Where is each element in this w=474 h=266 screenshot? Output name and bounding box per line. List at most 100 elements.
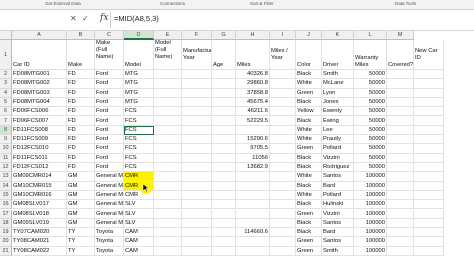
cell-color[interactable]: Black	[296, 181, 322, 191]
cell-car-id[interactable]: FD06FCS007	[12, 116, 67, 126]
cell-model[interactable]: FCS	[124, 125, 154, 136]
cell-make-full[interactable]: Ford	[95, 97, 124, 108]
column-header-j[interactable]: J	[296, 31, 322, 40]
empty-cell[interactable]	[270, 163, 296, 173]
cell-make-full[interactable]: Ford	[95, 88, 124, 98]
empty-cell[interactable]	[182, 172, 212, 182]
cell-color[interactable]: Green	[296, 209, 322, 219]
cell-car-id[interactable]: GM10CMR015	[12, 181, 67, 191]
header-cell[interactable]: Covered?	[387, 40, 414, 70]
cell-car-id[interactable]: FD06FCS006	[12, 107, 67, 117]
cell-car-id[interactable]: TY07CAM020	[12, 228, 67, 238]
empty-cell[interactable]	[212, 144, 236, 154]
empty-cell[interactable]	[154, 144, 182, 154]
header-cell[interactable]: Miles	[236, 40, 270, 70]
cell-model[interactable]: MTG	[124, 88, 154, 98]
empty-cell[interactable]	[387, 172, 414, 182]
column-header-m[interactable]: M	[387, 31, 414, 40]
empty-cell[interactable]	[387, 79, 414, 89]
empty-cell[interactable]	[212, 97, 236, 108]
cell-warranty[interactable]: 100000	[354, 228, 387, 238]
cell-driver[interactable]: Bard	[322, 181, 354, 191]
empty-cell[interactable]	[270, 144, 296, 154]
cell-miles[interactable]: 40326.8	[236, 70, 270, 80]
row-header[interactable]: 10	[0, 144, 12, 154]
cell-car-id[interactable]: TY08CAM021	[12, 237, 67, 247]
empty-cell[interactable]	[182, 200, 212, 210]
empty-cell[interactable]	[414, 172, 444, 182]
cell-model[interactable]: MTG	[124, 97, 154, 108]
cell-make-full[interactable]: Ford	[95, 135, 124, 145]
empty-cell[interactable]	[212, 135, 236, 145]
cell-color[interactable]: Yellow	[296, 107, 322, 117]
cell-color[interactable]: Black	[296, 153, 322, 163]
empty-cell[interactable]	[182, 190, 212, 201]
empty-cell[interactable]	[414, 237, 444, 247]
empty-cell[interactable]	[154, 228, 182, 238]
empty-cell[interactable]	[154, 246, 182, 256]
cell-color[interactable]: White	[296, 190, 322, 201]
ribbon-group-data-tools[interactable]: Data Tools	[395, 1, 416, 6]
empty-cell[interactable]	[212, 107, 236, 117]
empty-cell[interactable]	[414, 181, 444, 191]
cell-driver[interactable]: Lyon	[322, 88, 354, 98]
empty-cell[interactable]	[414, 144, 444, 154]
empty-cell[interactable]	[182, 153, 212, 163]
cell-make-full[interactable]: Toyota	[95, 237, 124, 247]
empty-cell[interactable]	[270, 246, 296, 256]
cell-driver[interactable]: Jones	[322, 97, 354, 108]
cell-make[interactable]: GM	[67, 190, 95, 201]
row-header[interactable]: 13	[0, 172, 12, 182]
cell-make[interactable]: TY	[67, 246, 95, 256]
empty-cell[interactable]	[387, 181, 414, 191]
name-box[interactable]	[0, 14, 60, 26]
cell-miles[interactable]: 15290.6	[236, 135, 270, 145]
row-header[interactable]: 16	[0, 200, 12, 210]
header-cell[interactable]: Model (Full Name)	[154, 40, 182, 70]
cell-make-full[interactable]: Toyota	[95, 246, 124, 256]
header-cell[interactable]: Model	[124, 40, 154, 70]
select-all-corner[interactable]	[0, 31, 12, 40]
cell-model[interactable]: FCS	[124, 116, 154, 126]
cell-warranty[interactable]: 100000	[354, 209, 387, 219]
empty-cell[interactable]	[182, 125, 212, 136]
empty-cell[interactable]	[154, 135, 182, 145]
cell-miles[interactable]: 29860.8	[236, 79, 270, 89]
cell-warranty[interactable]: 50000	[354, 97, 387, 108]
empty-cell[interactable]	[414, 153, 444, 163]
cell-color[interactable]: Black	[296, 97, 322, 108]
empty-cell[interactable]	[182, 107, 212, 117]
cell-driver[interactable]: Vizzini	[322, 209, 354, 219]
empty-cell[interactable]	[154, 172, 182, 182]
empty-cell[interactable]	[182, 181, 212, 191]
cell-car-id[interactable]: GM09CMR014	[12, 172, 67, 182]
empty-cell[interactable]	[182, 97, 212, 108]
cell-make-full[interactable]: General M	[95, 200, 124, 210]
cell-car-id[interactable]: GM10CMR016	[12, 190, 67, 201]
empty-cell[interactable]	[154, 97, 182, 108]
empty-cell[interactable]	[387, 70, 414, 80]
empty-cell[interactable]	[182, 218, 212, 229]
row-header[interactable]: 18	[0, 218, 12, 229]
cell-make-full[interactable]: Ford	[95, 163, 124, 173]
row-header[interactable]: 15	[0, 190, 12, 201]
cell-miles[interactable]: 46211.6	[236, 107, 270, 117]
cell-make-full[interactable]: Ford	[95, 107, 124, 117]
cell-make[interactable]: FD	[67, 79, 95, 89]
empty-cell[interactable]	[270, 125, 296, 136]
empty-cell[interactable]	[182, 209, 212, 219]
cell-model[interactable]: SLV	[124, 200, 154, 210]
cell-warranty[interactable]: 50000	[354, 144, 387, 154]
empty-cell[interactable]	[182, 144, 212, 154]
cell-model[interactable]: MTG	[124, 70, 154, 80]
empty-cell[interactable]	[387, 218, 414, 229]
cell-warranty[interactable]: 50000	[354, 163, 387, 173]
cell-miles[interactable]: 114660.6	[236, 228, 270, 238]
empty-cell[interactable]	[270, 135, 296, 145]
empty-cell[interactable]	[212, 153, 236, 163]
empty-cell[interactable]	[212, 116, 236, 126]
cell-miles[interactable]: 52229.5	[236, 116, 270, 126]
column-header-i[interactable]: I	[270, 31, 296, 40]
empty-cell[interactable]	[387, 190, 414, 201]
cell-driver[interactable]: Bard	[322, 228, 354, 238]
